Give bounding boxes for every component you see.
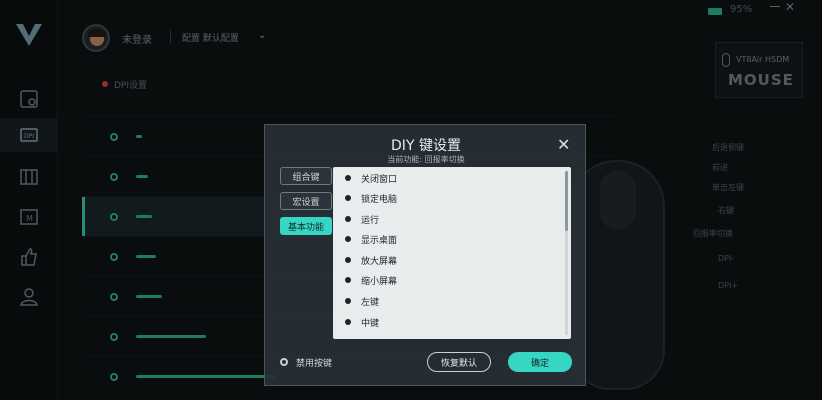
list-item[interactable]: 显示桌面	[345, 230, 397, 248]
function-list: 关闭窗口 锁定电脑 运行 显示桌面 放大屏幕 缩小屏幕 左键 中键	[333, 167, 571, 339]
list-item-label: 锁定电脑	[361, 194, 398, 205]
bullet-icon	[345, 216, 351, 222]
diy-key-dialog: DIY 键设置 当前功能: 回报率切换 ✕ 组合键 宏设置 基本功能 关闭窗口 …	[264, 124, 586, 386]
dialog-subtitle: 当前功能: 回报率切换	[387, 155, 465, 164]
tab-basic-functions[interactable]: 基本功能	[280, 217, 332, 235]
restore-default-button[interactable]: 恢复默认	[427, 352, 491, 372]
list-item-label: 缩小屏幕	[361, 276, 398, 287]
confirm-button[interactable]: 确定	[508, 352, 572, 372]
dialog-title: DIY 键设置	[391, 138, 461, 154]
bullet-icon	[345, 277, 351, 283]
list-item-label: 关闭窗口	[361, 174, 398, 185]
bullet-icon	[345, 175, 351, 181]
close-icon[interactable]: ✕	[557, 137, 570, 153]
bullet-icon	[345, 236, 351, 242]
list-item-label: 放大屏幕	[361, 256, 398, 267]
bullet-icon	[345, 298, 351, 304]
list-item-label: 显示桌面	[361, 235, 398, 246]
bullet-icon	[345, 319, 351, 325]
list-item-label: 中键	[361, 318, 380, 329]
bullet-icon	[345, 195, 351, 201]
scrollbar-thumb[interactable]	[565, 171, 568, 231]
list-item-label: 左键	[361, 297, 380, 308]
list-item[interactable]: 运行	[345, 210, 379, 228]
list-item[interactable]: 中键	[345, 313, 379, 331]
disable-key-radio[interactable]	[280, 358, 288, 366]
list-item[interactable]: 左键	[345, 292, 379, 310]
list-item[interactable]: 放大屏幕	[345, 251, 397, 269]
app-window: DPI M 未登录 配置 默认配置 ⌄ 95% ✕ DPI设置 VT8Air H…	[0, 0, 822, 400]
list-item[interactable]: 缩小屏幕	[345, 271, 397, 289]
bullet-icon	[345, 257, 351, 263]
list-item-label: 运行	[361, 215, 380, 226]
tab-combo-key[interactable]: 组合键	[280, 167, 332, 185]
list-item[interactable]: 锁定电脑	[345, 189, 397, 207]
disable-key-label[interactable]: 禁用按键	[296, 356, 332, 369]
tab-macro-settings[interactable]: 宏设置	[280, 192, 332, 210]
list-item[interactable]: 关闭窗口	[345, 169, 397, 187]
